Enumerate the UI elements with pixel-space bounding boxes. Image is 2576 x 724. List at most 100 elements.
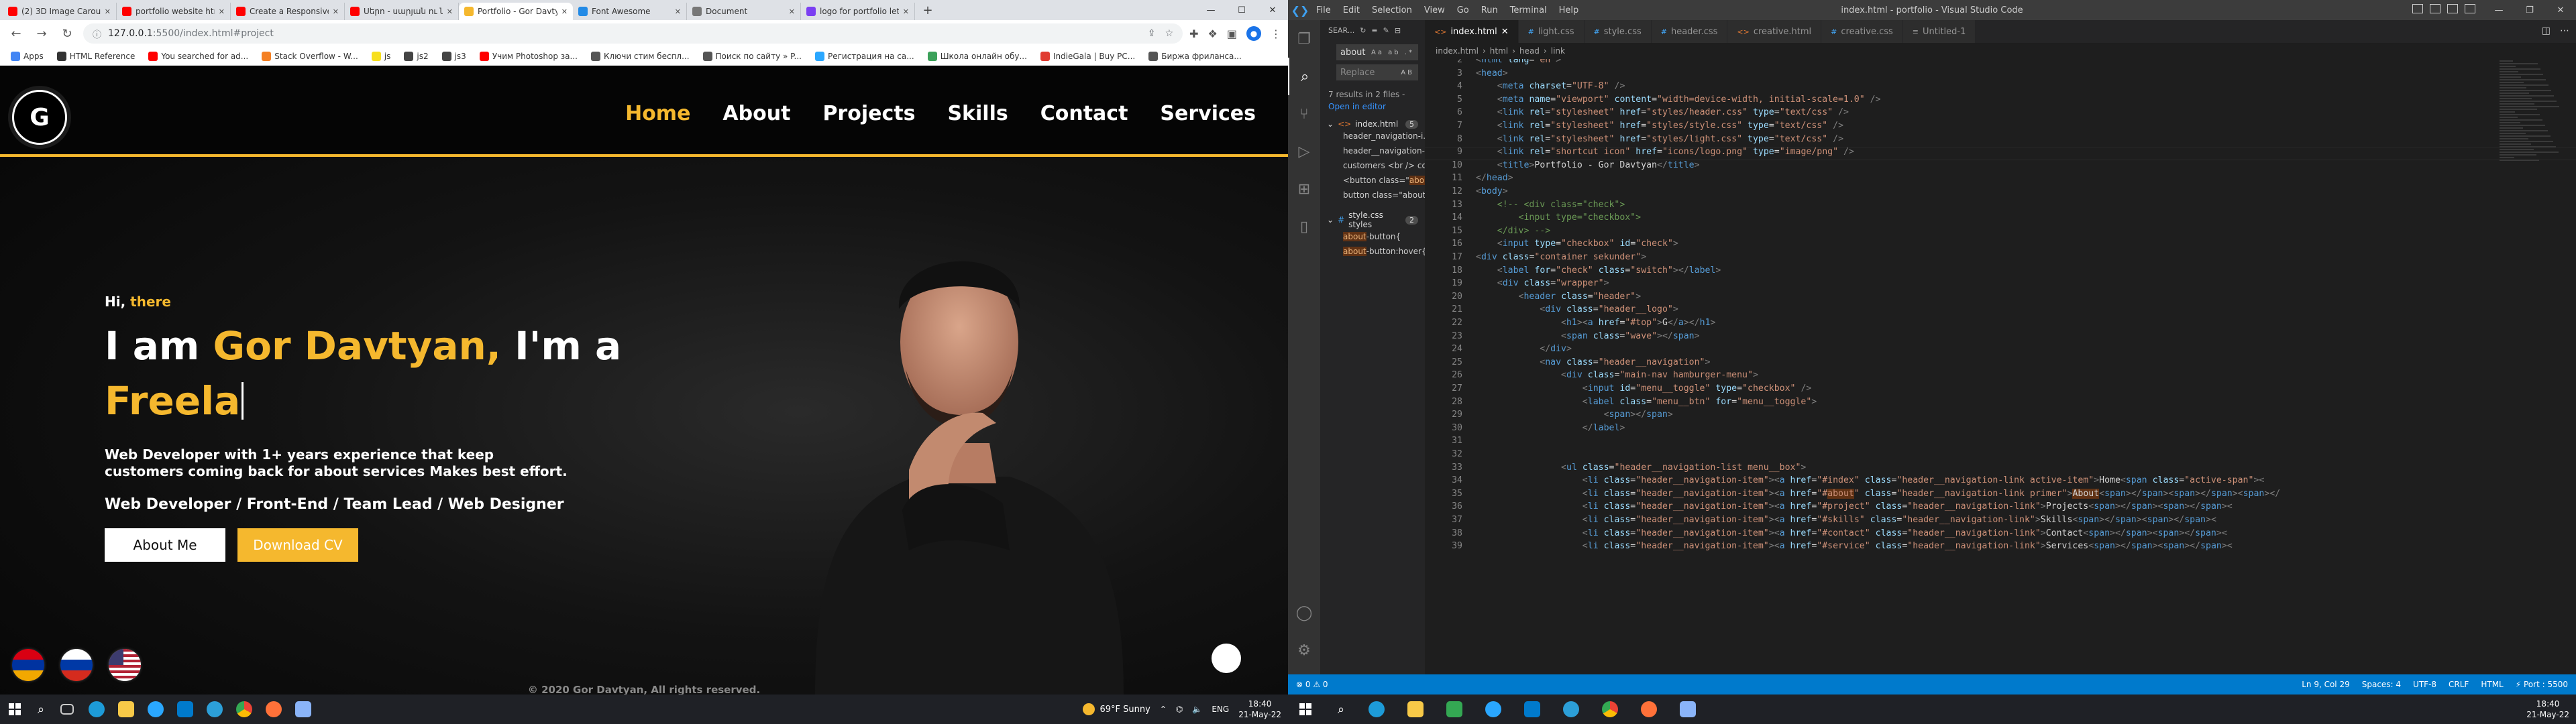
nav-link-skills[interactable]: Skills: [947, 102, 1008, 125]
tab-close-icon[interactable]: ✕: [219, 7, 225, 16]
bookmark-item[interactable]: Школа онлайн обу...: [922, 50, 1032, 62]
bookmark-star-icon[interactable]: ☆: [1165, 28, 1174, 39]
about-me-button[interactable]: About Me: [105, 528, 225, 562]
weather-widget[interactable]: 69°F Sunny: [1082, 703, 1150, 715]
replace-input[interactable]: Replace AB: [1336, 64, 1418, 80]
download-cv-button[interactable]: Download CV: [237, 528, 358, 562]
breadcrumb-item[interactable]: head: [1519, 46, 1540, 56]
status-item[interactable]: HTML: [2481, 680, 2503, 689]
browser-tab[interactable]: Create a Responsive Pers ✕: [231, 3, 345, 20]
menu-selection[interactable]: Selection: [1372, 5, 1412, 15]
breadcrumb-item[interactable]: html: [1490, 46, 1508, 56]
new-search-editor-icon[interactable]: ✎: [1383, 26, 1389, 35]
site-logo[interactable]: G: [12, 90, 67, 145]
bookmark-item[interactable]: HTML Reference: [52, 50, 141, 62]
status-item[interactable]: ⚡ Port : 5500: [2516, 680, 2568, 689]
tab-close-icon[interactable]: ✕: [789, 7, 795, 16]
sidepanel-icon[interactable]: ▣: [1227, 27, 1237, 40]
bookmark-item[interactable]: Apps: [5, 50, 49, 62]
explorer-icon[interactable]: ❐: [1288, 20, 1320, 58]
status-item[interactable]: Ln 9, Col 29: [2302, 680, 2350, 689]
file-explorer-icon[interactable]: [111, 695, 141, 724]
bookmark-item[interactable]: IndieGala | Buy PC...: [1035, 50, 1140, 62]
refresh-icon[interactable]: ↻: [1360, 26, 1366, 35]
nav-link-contact[interactable]: Contact: [1040, 102, 1128, 125]
minimize-icon[interactable]: —: [1195, 0, 1226, 20]
vscode-taskbar-icon[interactable]: [170, 695, 200, 724]
menu-help[interactable]: Help: [1559, 5, 1579, 15]
clock[interactable]: 18:40 21-May-22: [1238, 699, 1281, 720]
tab-close-icon[interactable]: ✕: [105, 7, 111, 16]
bookmark-item[interactable]: Регистрация на са...: [810, 50, 920, 62]
editor-tab[interactable]: ≡ Untitled-1: [1902, 20, 1976, 43]
close-icon[interactable]: ✕: [2545, 0, 2576, 20]
tab-close-icon[interactable]: ✕: [1501, 27, 1509, 37]
browser-tab[interactable]: (2) 3D Image Carousel Usi ✕: [3, 3, 117, 20]
menu-file[interactable]: File: [1316, 5, 1331, 15]
taskbar-search-icon[interactable]: ⌕: [1330, 698, 1352, 721]
app-icon[interactable]: [141, 695, 170, 724]
tab-close-icon[interactable]: ✕: [675, 7, 681, 16]
app-icon[interactable]: [200, 695, 229, 724]
search-result-match[interactable]: about-button{: [1320, 229, 1425, 244]
code-editor[interactable]: 2 <html lang="en"> 3 <head> 4 <meta charset=…: [1425, 59, 2576, 674]
status-item[interactable]: UTF-8: [2413, 680, 2436, 689]
bookmark-item[interactable]: js3: [437, 50, 472, 62]
bookmark-item[interactable]: You searched for ad...: [143, 50, 254, 62]
search-result-match[interactable]: header__navigation-li...: [1320, 143, 1425, 158]
search-result-file[interactable]: ⌄ # style.css styles 2: [1320, 210, 1425, 229]
minimap[interactable]: [2500, 59, 2567, 674]
menu-kebab-icon[interactable]: ⋮: [1271, 27, 1281, 40]
start-button[interactable]: [0, 695, 30, 724]
bookmark-item[interactable]: Учим Photoshop за...: [474, 50, 583, 62]
tray-chevron-icon[interactable]: ⌃: [1160, 705, 1167, 714]
bookmark-item[interactable]: js: [366, 50, 396, 62]
chrome-taskbar-icon[interactable]: [1595, 695, 1625, 724]
app-icon[interactable]: [288, 695, 318, 724]
chevron-down-icon[interactable]: ⌄: [1327, 215, 1334, 225]
chevron-down-icon[interactable]: ⌄: [1327, 119, 1334, 129]
search-options[interactable]: Aa ab .*: [1371, 49, 1414, 56]
search-query-input[interactable]: about Aa ab .*: [1336, 44, 1418, 60]
tab-close-icon[interactable]: ✕: [561, 7, 568, 16]
nav-link-services[interactable]: Services: [1160, 102, 1256, 125]
menu-go[interactable]: Go: [1457, 5, 1469, 15]
more-actions-icon[interactable]: ⋯: [2560, 25, 2569, 36]
split-editor-icon[interactable]: ◫: [2542, 25, 2551, 36]
clear-results-icon[interactable]: ≡: [1371, 26, 1377, 35]
menu-edit[interactable]: Edit: [1343, 5, 1360, 15]
status-item[interactable]: Spaces: 4: [2362, 680, 2401, 689]
problems-status[interactable]: ⊗ 0 ⚠ 0: [1296, 680, 1328, 689]
clock[interactable]: 18:40 21-May-22: [2526, 699, 2569, 720]
status-item[interactable]: CRLF: [2449, 680, 2469, 689]
toggle-sidebar-icon[interactable]: [2412, 4, 2423, 13]
vscode-taskbar-icon[interactable]: [1517, 695, 1547, 724]
bookmark-item[interactable]: Ключи стим беспл...: [586, 50, 695, 62]
tab-close-icon[interactable]: ✕: [333, 7, 339, 16]
close-icon[interactable]: ✕: [1257, 0, 1288, 20]
remote-explorer-icon[interactable]: ▯: [1288, 208, 1320, 245]
back-arrow-icon[interactable]: ←: [7, 27, 25, 41]
reload-icon[interactable]: ↻: [58, 27, 76, 41]
new-tab-button[interactable]: +: [919, 1, 936, 19]
minimize-icon[interactable]: —: [2483, 0, 2514, 20]
collapse-all-icon[interactable]: ⊟: [1395, 26, 1401, 35]
extensions-icon[interactable]: ✚: [1189, 27, 1198, 40]
extensions-icon[interactable]: ⊞: [1288, 170, 1320, 208]
restore-icon[interactable]: ❐: [2514, 0, 2545, 20]
us-flag-icon[interactable]: [109, 649, 141, 681]
russian-flag-icon[interactable]: [60, 649, 93, 681]
open-in-editor-link[interactable]: Open in editor: [1328, 102, 1425, 111]
edge-icon[interactable]: [1362, 695, 1391, 724]
nav-link-home[interactable]: Home: [625, 102, 690, 125]
maximize-icon[interactable]: ☐: [1226, 0, 1257, 20]
firefox-taskbar-icon[interactable]: [259, 695, 288, 724]
task-view-icon[interactable]: [52, 695, 82, 724]
search-result-match[interactable]: customers <br /> co...: [1320, 158, 1425, 173]
editor-tab[interactable]: # creative.css: [1821, 20, 1903, 43]
nav-link-about[interactable]: About: [722, 102, 790, 125]
menu-view[interactable]: View: [1424, 5, 1445, 15]
toggle-panel-icon[interactable]: [2430, 4, 2440, 13]
telegram-icon[interactable]: [1556, 695, 1586, 724]
search-result-file[interactable]: ⌄ <> index.html 5: [1320, 119, 1425, 129]
